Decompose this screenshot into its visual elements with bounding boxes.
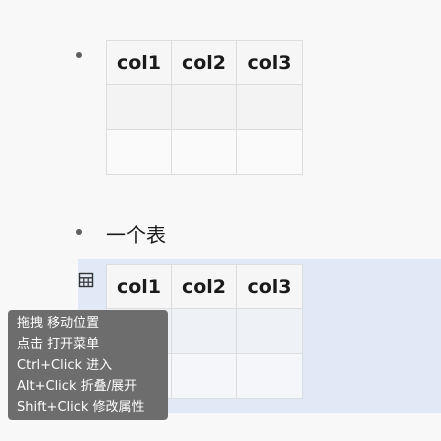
table-cell[interactable] — [106, 84, 172, 130]
tooltip-line: Shift+Click 修改属性 — [17, 400, 145, 415]
tooltip-line: Alt+Click 折叠/展开 — [17, 379, 137, 394]
tooltip-line: 点击 打开菜单 — [17, 337, 100, 352]
table-header-cell[interactable]: col2 — [171, 264, 237, 309]
table-cell[interactable] — [106, 129, 172, 175]
table-cell[interactable] — [236, 353, 303, 399]
table-cell[interactable] — [236, 84, 303, 130]
table-cell[interactable] — [236, 308, 303, 354]
tooltip-line: Ctrl+Click 进入 — [17, 358, 113, 373]
table-header-cell[interactable]: col3 — [236, 264, 303, 309]
table-block[interactable]: col1 col2 col3 — [106, 40, 303, 175]
list-bullet[interactable] — [76, 52, 82, 58]
list-item-text[interactable]: 一个表 — [106, 219, 166, 248]
table-grid-icon[interactable] — [77, 271, 95, 289]
table-header-cell[interactable]: col2 — [171, 40, 237, 85]
table-cell[interactable] — [171, 353, 237, 399]
table-cell[interactable] — [171, 84, 237, 130]
table-cell[interactable] — [171, 308, 237, 354]
table-header-cell[interactable]: col3 — [236, 40, 303, 85]
table-header-cell[interactable]: col1 — [106, 264, 172, 309]
list-bullet[interactable] — [76, 229, 82, 235]
tooltip-line: 拖拽 移动位置 — [17, 316, 100, 331]
block-handle-tooltip: 拖拽 移动位置 点击 打开菜单 Ctrl+Click 进入 Alt+Click … — [8, 310, 168, 420]
table-header-cell[interactable]: col1 — [106, 40, 172, 85]
table-cell[interactable] — [236, 129, 303, 175]
table-cell[interactable] — [171, 129, 237, 175]
